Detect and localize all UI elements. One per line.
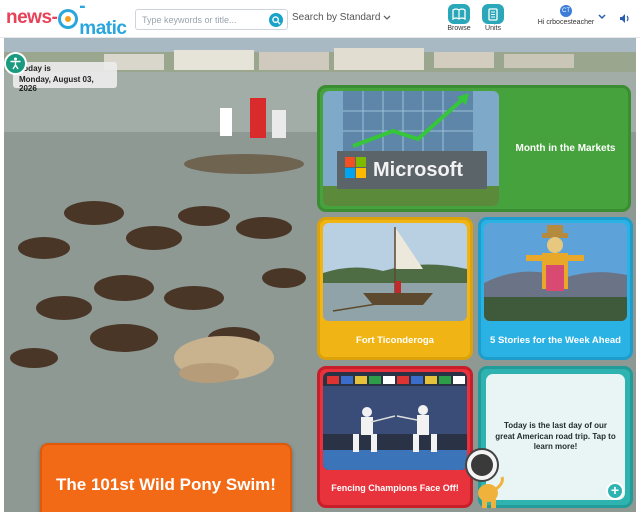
search-by-standard-label: Search by Standard (292, 12, 381, 23)
news-o-matic-logo[interactable]: news - -matic (6, 0, 132, 39)
card-month-in-the-markets[interactable]: Microsoft Month in the Markets (317, 85, 631, 212)
scarecrow-balloon-photo (484, 223, 627, 321)
search-button[interactable] (269, 13, 283, 27)
date-label: Today is (19, 64, 51, 73)
road-trip-text: Today is the last day of our great Ameri… (495, 421, 616, 452)
logo-globe-icon (58, 9, 79, 29)
top-header: news--matic Search by Standard Browse Un… (0, 0, 640, 39)
chevron-down-icon[interactable] (598, 14, 606, 20)
card-5-stories-week-ahead[interactable]: 5 Stories for the Week Ahead (478, 217, 633, 360)
search-by-standard-dropdown[interactable]: Search by Standard (292, 12, 391, 23)
fort-ticonderoga-title: Fort Ticonderoga (356, 334, 434, 346)
search-bar (135, 9, 288, 30)
speaker-icon[interactable] (619, 13, 631, 24)
main-story-title[interactable]: The 101st Wild Pony Swim! (40, 443, 292, 512)
date-value: Monday, August 03, 2026 (19, 75, 94, 93)
mascot-astronaut-dog-icon (465, 448, 504, 508)
card-fencing-champions[interactable]: Fencing Champions Face Off! (317, 366, 473, 508)
units-button[interactable]: Units (477, 4, 509, 32)
chevron-down-icon (383, 15, 391, 20)
stories-week-ahead-title: 5 Stories for the Week Ahead (490, 334, 621, 346)
expand-plus-button[interactable]: + (606, 482, 624, 500)
sailboat-photo (323, 223, 467, 321)
fencing-title: Fencing Champions Face Off! (331, 483, 459, 493)
search-input[interactable] (142, 14, 266, 25)
user-greeting: Hi crbocesteacher (537, 19, 595, 26)
date-display: Today is Monday, August 03, 2026 (13, 62, 117, 93)
document-icon (482, 4, 504, 24)
logo-text-matic: -matic (79, 0, 127, 39)
accessibility-icon (10, 57, 21, 70)
browse-button[interactable]: Browse (443, 4, 475, 32)
microsoft-sign: Microsoft (373, 159, 463, 181)
book-icon (448, 4, 470, 24)
browse-label: Browse (447, 25, 471, 32)
fencing-photo (323, 372, 467, 470)
user-menu[interactable]: CT Hi crbocesteacher (534, 5, 598, 26)
accessibility-button[interactable] (4, 52, 27, 75)
logo-text-news: news (6, 7, 52, 28)
search-icon (271, 15, 281, 25)
card-fort-ticonderoga[interactable]: Fort Ticonderoga (317, 217, 473, 360)
avatar: CT (560, 5, 572, 17)
units-label: Units (485, 25, 501, 32)
logo-text-dash: - (51, 7, 58, 28)
road-trip-message-box: Today is the last day of our great Ameri… (486, 374, 625, 500)
microsoft-building-photo: Microsoft (323, 91, 499, 206)
markets-title: Month in the Markets (515, 143, 616, 154)
